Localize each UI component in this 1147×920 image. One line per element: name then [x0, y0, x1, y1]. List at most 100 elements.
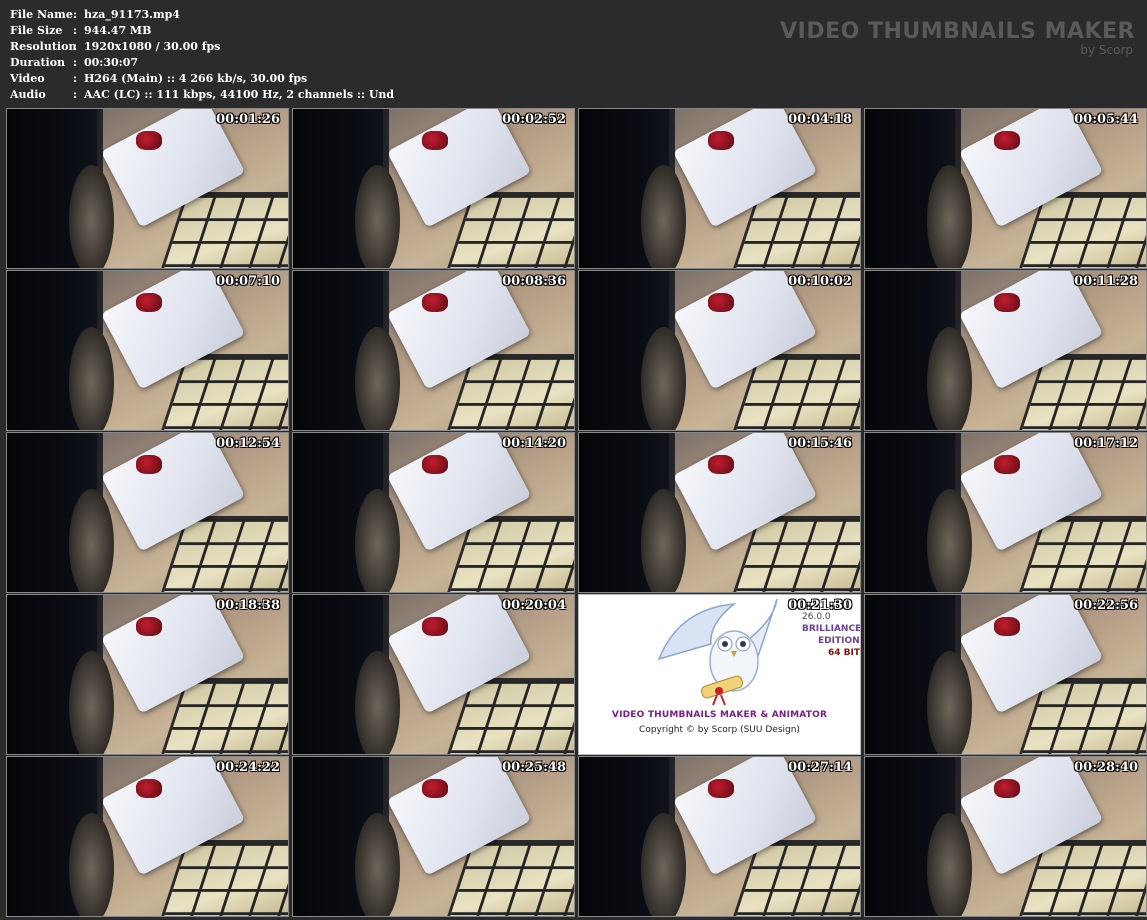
video-thumbnail[interactable]: 00:07:10	[6, 270, 289, 431]
frame-red-bag	[994, 617, 1020, 637]
info-key: Video	[10, 72, 45, 85]
video-frame	[865, 595, 1146, 754]
timestamp-label: 00:11:28	[1074, 274, 1138, 289]
video-thumbnail[interactable]: 00:17:12	[864, 432, 1147, 593]
info-key: File Size	[10, 24, 63, 37]
frame-red-bag	[136, 293, 162, 313]
frame-red-bag	[994, 293, 1020, 313]
frame-red-bag	[708, 293, 734, 313]
info-value: 00:30:07	[84, 56, 139, 69]
video-frame	[7, 433, 288, 592]
frame-red-bag	[422, 455, 448, 475]
frame-foreground-blur	[640, 812, 686, 916]
frame-foreground-blur	[640, 326, 686, 430]
frame-foreground-blur	[640, 488, 686, 592]
timestamp-label: 00:15:46	[788, 436, 852, 451]
video-thumbnail[interactable]: 00:14:20	[292, 432, 575, 593]
timestamp-label: 00:24:22	[216, 760, 280, 775]
timestamp-label: 00:21:30	[788, 598, 852, 613]
timestamp-label: 00:05:44	[1074, 112, 1138, 127]
frame-red-bag	[136, 455, 162, 475]
thumbnail-grid: 00:01:26 00:02:52 00:04:18 00:05:44 00:0…	[6, 108, 1147, 917]
info-value: AAC (LC) :: 111 kbps, 44100 Hz, 2 channe…	[84, 88, 395, 101]
frame-foreground-blur	[926, 488, 972, 592]
video-frame	[865, 109, 1146, 268]
frame-red-bag	[994, 779, 1020, 799]
info-separator: :	[73, 72, 78, 85]
brand-watermark: VIDEO THUMBNAILS MAKER by Scorp	[780, 19, 1135, 57]
frame-foreground-blur	[354, 326, 400, 430]
video-thumbnail[interactable]: 00:18:38	[6, 594, 289, 755]
info-separator: :	[73, 40, 78, 53]
product-name: VIDEO THUMBNAILS MAKER & ANIMATOR	[611, 710, 828, 720]
video-thumbnail[interactable]: 00:12:54	[6, 432, 289, 593]
timestamp-label: 00:02:52	[502, 112, 566, 127]
video-thumbnail[interactable]: 00:10:02	[578, 270, 861, 431]
frame-red-bag	[136, 131, 162, 151]
file-size-row: File Size : 944.47 MB	[10, 23, 394, 39]
frame-red-bag	[422, 131, 448, 151]
file-info-panel: File Name : hza_91173.mp4 File Size : 94…	[10, 7, 394, 103]
video-thumbnail[interactable]: 00:02:52	[292, 108, 575, 269]
video-thumbnail[interactable]: 00:28:40	[864, 756, 1147, 917]
frame-red-bag	[708, 455, 734, 475]
brand-subtitle: by Scorp	[1080, 43, 1133, 57]
video-thumbnail[interactable]: 00:11:28	[864, 270, 1147, 431]
info-separator: :	[73, 8, 78, 21]
timestamp-label: 00:10:02	[788, 274, 852, 289]
timestamp-label: 00:17:12	[1074, 436, 1138, 451]
info-key: Duration	[10, 56, 66, 69]
frame-foreground-blur	[68, 326, 114, 430]
video-frame	[293, 271, 574, 430]
video-frame	[7, 109, 288, 268]
timestamp-label: 00:28:40	[1074, 760, 1138, 775]
frame-foreground-blur	[68, 488, 114, 592]
video-frame	[293, 595, 574, 754]
timestamp-label: 00:25:48	[502, 760, 566, 775]
brand-title: VIDEO THUMBNAILS MAKER	[780, 19, 1135, 44]
info-value: hza_91173.mp4	[84, 8, 180, 21]
frame-red-bag	[136, 779, 162, 799]
frame-foreground-blur	[354, 650, 400, 754]
owl-logo-icon	[657, 599, 778, 706]
timestamp-label: 00:08:36	[502, 274, 566, 289]
info-separator: :	[73, 56, 78, 69]
video-frame	[579, 757, 860, 916]
copyright-text: Copyright © by Scorp (SUU Design)	[639, 725, 800, 735]
timestamp-label: 00:22:56	[1074, 598, 1138, 613]
video-frame	[293, 109, 574, 268]
video-thumbnail[interactable]: 00:22:56	[864, 594, 1147, 755]
video-thumbnail[interactable]: 00:05:44	[864, 108, 1147, 269]
video-thumbnail[interactable]: 00:27:14	[578, 756, 861, 917]
video-thumbnail[interactable]: 00:01:26	[6, 108, 289, 269]
video-thumbnail[interactable]: 26.0.0 BRILLIANCE EDITION 64 BIT VIDEO T…	[578, 594, 861, 755]
frame-foreground-blur	[354, 812, 400, 916]
timestamp-label: 00:18:38	[216, 598, 280, 613]
video-frame	[579, 271, 860, 430]
timestamp-label: 00:01:26	[216, 112, 280, 127]
video-thumbnail[interactable]: 00:24:22	[6, 756, 289, 917]
video-frame	[7, 757, 288, 916]
timestamp-label: 00:04:18	[788, 112, 852, 127]
video-row: Video : H264 (Main) :: 4 266 kb/s, 30.00…	[10, 71, 394, 87]
frame-red-bag	[422, 293, 448, 313]
timestamp-label: 00:07:10	[216, 274, 280, 289]
frame-red-bag	[422, 779, 448, 799]
video-thumbnail[interactable]: 00:25:48	[292, 756, 575, 917]
video-thumbnail[interactable]: 00:04:18	[578, 108, 861, 269]
file-name-row: File Name : hza_91173.mp4	[10, 7, 394, 23]
brilliance-label: BRILLIANCE	[802, 624, 861, 634]
frame-red-bag	[708, 131, 734, 151]
frame-foreground-blur	[68, 164, 114, 268]
timestamp-label: 00:12:54	[216, 436, 280, 451]
frame-foreground-blur	[640, 164, 686, 268]
frame-red-bag	[994, 455, 1020, 475]
audio-row: Audio : AAC (LC) :: 111 kbps, 44100 Hz, …	[10, 87, 394, 103]
timestamp-label: 00:20:04	[502, 598, 566, 613]
video-thumbnail[interactable]: 00:08:36	[292, 270, 575, 431]
video-thumbnail[interactable]: 00:20:04	[292, 594, 575, 755]
video-thumbnail[interactable]: 00:15:46	[578, 432, 861, 593]
frame-red-bag	[422, 617, 448, 637]
frame-foreground-blur	[926, 812, 972, 916]
bit-label: 64 BIT	[828, 648, 861, 658]
